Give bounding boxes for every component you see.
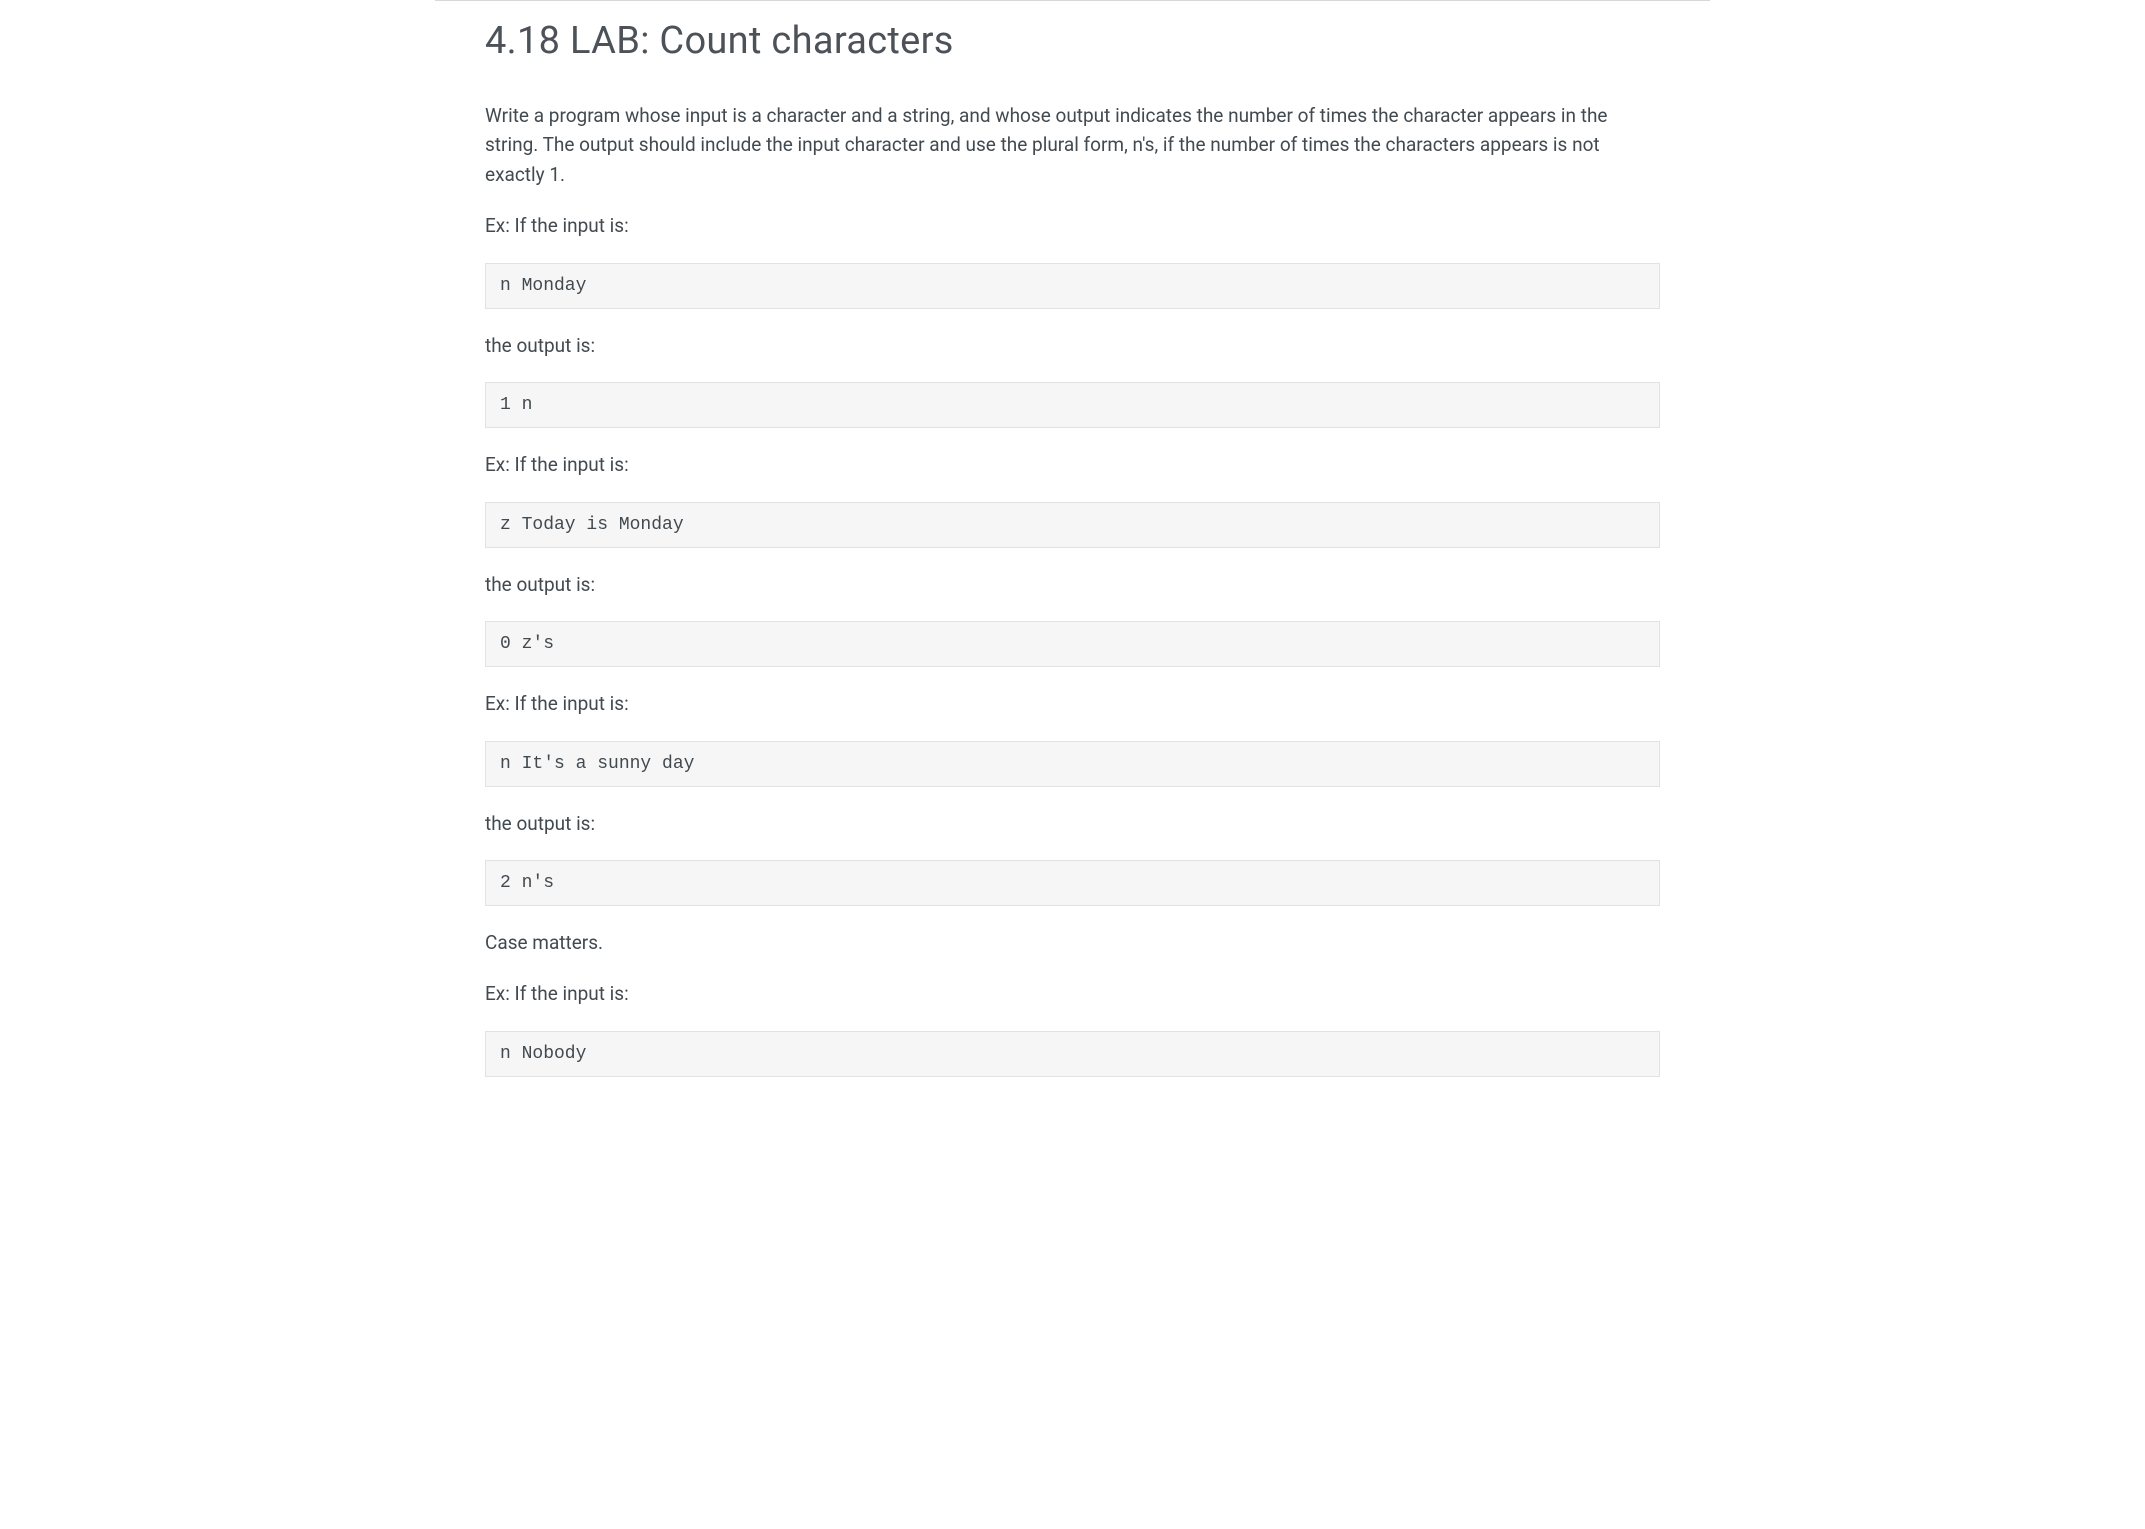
page-container: 4.18 LAB: Count characters Write a progr… [435,0,1710,1149]
example-input-label: Ex: If the input is: [485,450,1660,479]
example-output-code: 0 z's [485,621,1660,667]
example-input-code: z Today is Monday [485,502,1660,548]
example-output-label: the output is: [485,809,1660,838]
example-output-label: the output is: [485,331,1660,360]
example-input-label: Ex: If the input is: [485,689,1660,718]
case-note: Case matters. [485,928,1660,957]
intro-paragraph: Write a program whose input is a charact… [485,101,1660,189]
example-output-label: the output is: [485,570,1660,599]
example-input-code: n Monday [485,263,1660,309]
example-input-code: n It's a sunny day [485,741,1660,787]
example-output-code: 1 n [485,382,1660,428]
example-input-label: Ex: If the input is: [485,211,1660,240]
example-input-code: n Nobody [485,1031,1660,1077]
example-output-code: 2 n's [485,860,1660,906]
page-title: 4.18 LAB: Count characters [485,19,1660,63]
example-input-label: Ex: If the input is: [485,979,1660,1008]
